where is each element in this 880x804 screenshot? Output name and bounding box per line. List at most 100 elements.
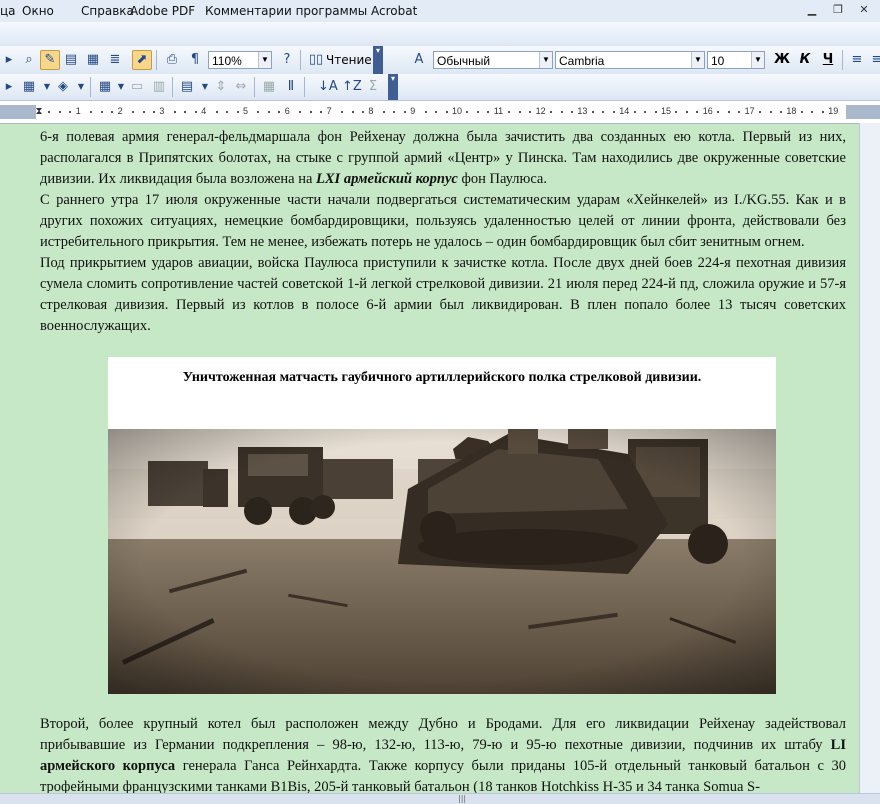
ruler-label: 17: [744, 106, 755, 116]
ruler-tick: [445, 111, 448, 113]
split-cells-icon[interactable]: ▥: [150, 78, 168, 96]
merge-cells-icon[interactable]: ▭: [128, 78, 146, 96]
ruler-label: 7: [326, 106, 332, 116]
ruler-margin-right: [846, 105, 880, 119]
align-left-icon[interactable]: ≡: [848, 51, 866, 69]
chevron-down-icon[interactable]: ▼: [72, 78, 90, 96]
align-cell-icon[interactable]: ▤: [178, 78, 196, 96]
menu-item-table[interactable]: ца: [0, 4, 16, 18]
ruler-tick: [152, 111, 155, 113]
ruler-tick: [466, 111, 469, 113]
align-center-icon[interactable]: ≡: [868, 51, 880, 69]
style-value: Обычный: [437, 54, 491, 68]
document-map-icon[interactable]: ≣: [106, 51, 124, 69]
zoom-combo[interactable]: 110% ▼: [208, 51, 272, 69]
toolbar-top-strip: [0, 22, 880, 47]
ruler-label: 12: [535, 106, 546, 116]
reading-mode-label[interactable]: Чтение: [326, 53, 372, 67]
ruler-label: 14: [619, 106, 630, 116]
menu-item-help[interactable]: Справка: [81, 4, 134, 18]
document-body-continued[interactable]: Второй, более крупный котел был располож…: [40, 714, 846, 798]
ruler-tick: [560, 111, 563, 113]
ruler-label: 19: [828, 106, 839, 116]
ruler-tick: [811, 111, 814, 113]
paragraph: С раннего утра 17 июля окруженные части …: [40, 192, 846, 250]
sort-descending-icon[interactable]: ↑Z: [342, 78, 362, 96]
document-body[interactable]: 6-я полевая армия генерал-фельдмаршала ф…: [40, 127, 846, 337]
vertical-scrollbar[interactable]: [859, 123, 880, 793]
distribute-rows-icon[interactable]: ⇕: [212, 78, 230, 96]
ruler-tick: [612, 111, 615, 113]
ruler-tick: [717, 111, 720, 113]
ruler-tick: [173, 111, 176, 113]
research-icon[interactable]: ⌕: [20, 51, 38, 69]
ruler-tick: [529, 111, 532, 113]
ruler-tick: [769, 111, 772, 113]
italic-button[interactable]: К: [796, 51, 814, 69]
paragraph-text: Второй, более крупный котел был располож…: [40, 716, 846, 753]
chevron-left-icon[interactable]: ▸: [0, 78, 18, 96]
tables-toolbar: ▸ ▦ ▼ ◈ ▼ ▦ ▼ ▭ ▥ ▤ ▼ ⇕ ⇔ ▦ Ⅱ ↓A ↑Z Σ ▾: [0, 74, 880, 101]
ruler-tick: [236, 111, 239, 113]
underline-button[interactable]: Ч: [819, 51, 837, 69]
ruler-tick: [685, 111, 688, 113]
text-direction-icon[interactable]: Ⅱ: [282, 78, 300, 96]
fill-color-icon[interactable]: ◈: [54, 78, 72, 96]
scroll-grip-icon[interactable]: |||: [458, 794, 468, 803]
toolbar-options-icon[interactable]: ▾: [388, 74, 398, 100]
columns-icon[interactable]: ▦: [84, 51, 102, 69]
style-combo[interactable]: Обычный ▼: [433, 51, 553, 69]
print-preview-icon[interactable]: ▤: [62, 51, 80, 69]
bold-button[interactable]: Ж: [773, 51, 791, 69]
help-icon[interactable]: ?: [278, 51, 296, 69]
ruler-tick: [48, 111, 51, 113]
chevron-down-icon[interactable]: ▼: [539, 52, 552, 68]
show-formatting-icon[interactable]: ¶: [186, 51, 204, 69]
ruler-tick: [194, 111, 197, 113]
ruler-tick: [759, 111, 762, 113]
ruler-label: 1: [75, 106, 81, 116]
horizontal-ruler[interactable]: ⧗ 1 2 3 4 5 6 7 8 9 10 11 12 13 14 15 16 17 18 19: [0, 101, 880, 124]
bold-italic-text: LXI армейский корпус: [316, 171, 458, 187]
ruler-tick: [403, 111, 406, 113]
drawing-icon[interactable]: ⬈: [132, 50, 152, 70]
close-icon[interactable]: ✕: [854, 2, 874, 18]
reading-mode-icon[interactable]: ▯▯: [307, 51, 325, 69]
distribute-columns-icon[interactable]: ⇔: [232, 78, 250, 96]
chevron-left-icon[interactable]: ▸: [0, 51, 18, 69]
ruler-tick: [90, 111, 93, 113]
menu-item-window[interactable]: Окно: [22, 4, 54, 18]
ruler-tick: [508, 111, 511, 113]
font-size-combo[interactable]: 10 ▼: [707, 51, 765, 69]
ruler-tick: [299, 111, 302, 113]
menu-item-acrobat-comments[interactable]: Комментарии программы Acrobat: [205, 4, 417, 18]
chevron-down-icon[interactable]: ▼: [751, 52, 764, 68]
chevron-down-icon[interactable]: ▼: [691, 52, 704, 68]
ruler-tick: [738, 111, 741, 113]
ruler-label: 11: [493, 106, 504, 116]
toolbar-options-icon[interactable]: ▾: [373, 46, 383, 74]
font-value: Cambria: [559, 54, 605, 68]
styles-pane-icon[interactable]: A: [410, 51, 428, 69]
minimize-icon[interactable]: ▁: [802, 2, 822, 18]
ruler-tick: [58, 111, 61, 113]
ruler-tick: [644, 111, 647, 113]
ruler-tick: [633, 111, 636, 113]
chevron-down-icon[interactable]: ▼: [258, 52, 271, 68]
sort-ascending-icon[interactable]: ↓A: [318, 78, 338, 96]
insert-comment-icon[interactable]: ⎙: [163, 51, 181, 69]
indent-marker-icon[interactable]: ⧗: [30, 103, 48, 121]
ruler-label: 8: [368, 106, 374, 116]
horizontal-scrollbar[interactable]: |||: [0, 793, 880, 804]
menu-item-adobe-pdf[interactable]: Adobe PDF: [130, 4, 195, 18]
ruler-label: 3: [159, 106, 165, 116]
separator: [172, 77, 173, 97]
autosum-icon[interactable]: Σ: [364, 78, 382, 96]
autoformat-icon[interactable]: ▦: [260, 78, 278, 96]
paragraph-text: фон Паулюса.: [457, 171, 547, 187]
markup-icon[interactable]: ✎: [40, 50, 60, 70]
font-combo[interactable]: Cambria ▼: [555, 51, 705, 69]
restore-icon[interactable]: ❐: [828, 2, 848, 18]
borders-icon[interactable]: ▦: [20, 78, 38, 96]
ruler-tick: [476, 111, 479, 113]
